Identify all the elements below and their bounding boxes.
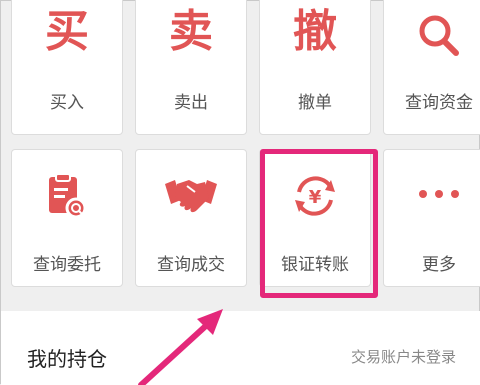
more-label: 更多 (422, 255, 456, 275)
query-deals-label: 查询成交 (157, 255, 225, 275)
search-icon (419, 15, 459, 56)
handshake-icon (165, 180, 217, 213)
query-funds-label: 查询资金 (405, 93, 473, 113)
bank-securities-transfer-label: 银证转账 (281, 255, 349, 275)
buy-button[interactable]: 买 买入 (11, 0, 123, 135)
sell-label: 卖出 (174, 93, 208, 113)
query-orders-label: 查询委托 (33, 255, 101, 275)
cancel-order-button[interactable]: 撤 撤单 (259, 0, 371, 135)
holdings-section[interactable]: 我的持仓 交易账户未登录 (1, 311, 480, 385)
clipboard-search-icon (49, 173, 87, 219)
buy-label: 买入 (50, 93, 84, 113)
query-funds-button[interactable]: 查询资金 (383, 0, 480, 135)
svg-text:¥: ¥ (309, 187, 322, 208)
sell-glyph-icon: 卖 (169, 6, 213, 57)
login-status[interactable]: 交易账户未登录 (351, 346, 456, 367)
more-button[interactable]: 更多 (383, 149, 480, 287)
query-deals-button[interactable]: 查询成交 (135, 149, 247, 287)
cancel-order-label: 撤单 (298, 93, 332, 113)
sell-button[interactable]: 卖 卖出 (135, 0, 247, 135)
yen-transfer-icon: ¥ (295, 176, 335, 216)
query-orders-button[interactable]: 查询委托 (11, 149, 123, 287)
bank-securities-transfer-button[interactable]: ¥ 银证转账 (259, 149, 371, 287)
holdings-title: 我的持仓 (27, 347, 107, 371)
app-screen: 买 买入 卖 卖出 撤 撤单 查询资金 查询委托 查询成交 ¥ 银证转账 更多 … (0, 0, 480, 385)
cancel-glyph-icon: 撤 (293, 6, 337, 57)
buy-glyph-icon: 买 (45, 6, 89, 57)
more-dots-icon (419, 190, 459, 198)
